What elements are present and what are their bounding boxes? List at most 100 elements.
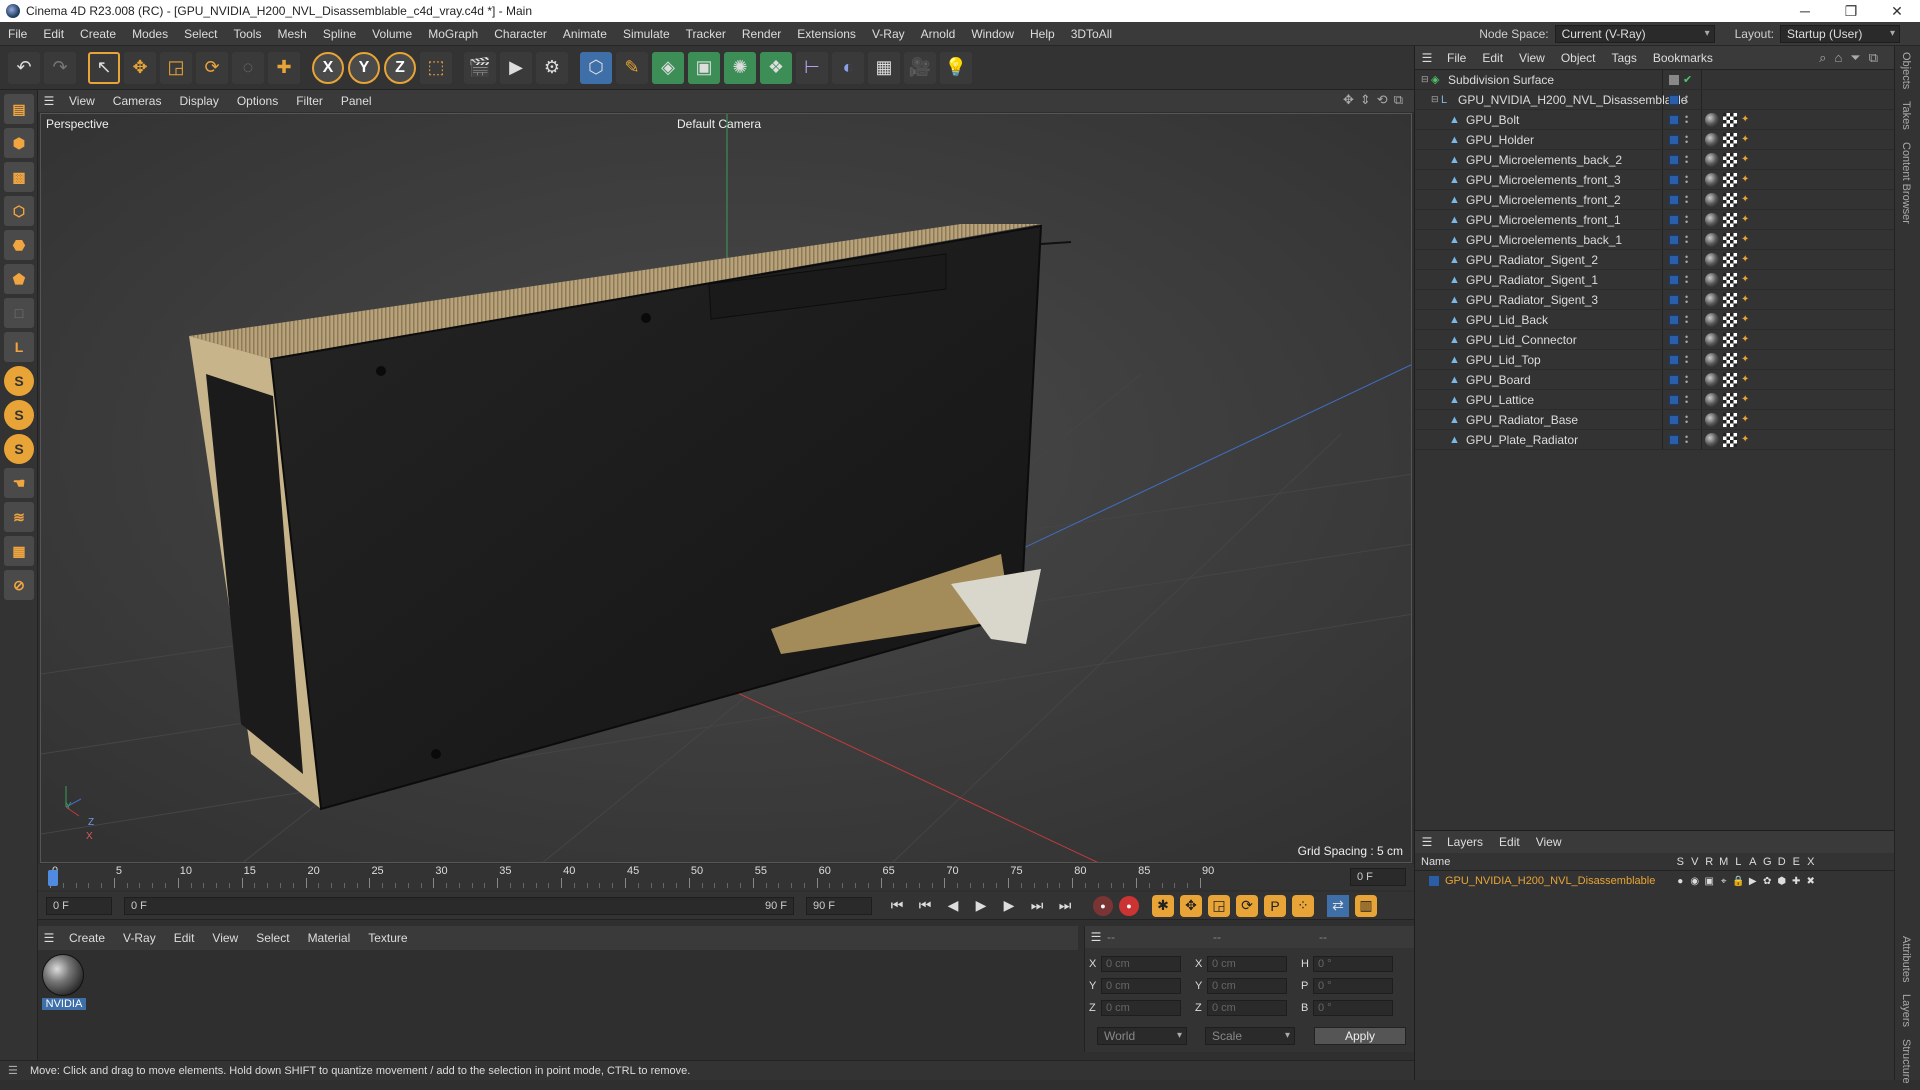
hamburger-icon[interactable]: ☰: [1415, 51, 1439, 65]
menu-render[interactable]: Render: [734, 22, 789, 46]
object-row[interactable]: ▲ GPU_Lattice • • ✦: [1415, 390, 1894, 410]
current-frame-field[interactable]: 0 F: [1350, 868, 1406, 886]
layer-swatch[interactable]: [1669, 394, 1679, 405]
vray-tag-icon[interactable]: ✦: [1741, 413, 1751, 427]
scale-tool-icon[interactable]: ◲: [160, 51, 192, 84]
texture-tag-icon[interactable]: [1723, 272, 1737, 287]
apply-button[interactable]: Apply: [1314, 1027, 1406, 1045]
vray-tag-icon[interactable]: ✦: [1741, 433, 1751, 447]
hamburger-icon[interactable]: ☰: [38, 94, 60, 108]
move-tool-icon[interactable]: ✥: [124, 51, 156, 84]
coordinate-field[interactable]: 0 cm: [1101, 956, 1181, 972]
vray-tag-icon[interactable]: ✦: [1741, 373, 1751, 387]
layer-swatch[interactable]: [1669, 234, 1679, 245]
material-tag-icon[interactable]: [1705, 312, 1719, 327]
render-region-icon[interactable]: 🎬: [464, 51, 496, 84]
visibility-dots-icon[interactable]: • •: [1685, 132, 1691, 146]
frame-range-slider[interactable]: 0 F 90 F: [124, 896, 794, 915]
side-tab-takes[interactable]: Takes: [1895, 95, 1917, 136]
visibility-dots-icon[interactable]: • •: [1685, 352, 1691, 366]
key-rotation-icon[interactable]: ⟳: [1236, 894, 1258, 917]
coordinate-field[interactable]: 0 °: [1313, 956, 1393, 972]
z-axis-lock-button[interactable]: Z: [384, 51, 416, 84]
object-row-root[interactable]: ⊟ ◈ Subdivision Surface ✔: [1415, 70, 1894, 90]
snap-icon[interactable]: S: [4, 366, 34, 396]
keyframe-selection-icon[interactable]: ✱: [1152, 894, 1174, 917]
undo-icon[interactable]: ↶: [8, 51, 40, 84]
material-tag-icon[interactable]: [1705, 272, 1719, 287]
texture-tag-icon[interactable]: [1723, 432, 1737, 447]
select-cursor-icon[interactable]: ↖: [88, 51, 120, 84]
end-frame-field[interactable]: 90 F: [806, 896, 872, 915]
material-tag-icon[interactable]: [1705, 112, 1719, 127]
object-row[interactable]: ▲ GPU_Board • • ✦: [1415, 370, 1894, 390]
camera-name[interactable]: Default Camera: [677, 117, 761, 131]
material-tag-icon[interactable]: [1705, 172, 1719, 187]
coordinate-field[interactable]: 0 cm: [1207, 1000, 1287, 1016]
layer-swatch[interactable]: [1669, 174, 1679, 185]
object-row[interactable]: ▲ GPU_Microelements_front_2 • • ✦: [1415, 190, 1894, 210]
side-tab-layers[interactable]: Layers: [1895, 988, 1917, 1033]
menu-mograph[interactable]: MoGraph: [420, 22, 486, 46]
vray-tag-icon[interactable]: ✦: [1741, 173, 1751, 187]
new-window-icon[interactable]: ⧉: [1869, 50, 1878, 66]
previous-frame-icon[interactable]: ◀: [942, 895, 964, 917]
coordinate-field[interactable]: 0 °: [1313, 978, 1393, 994]
workplane-icon[interactable]: ≋: [4, 502, 34, 532]
layer-menu-edit[interactable]: Edit: [1491, 831, 1528, 853]
material-tag-icon[interactable]: [1705, 252, 1719, 267]
vray-tag-icon[interactable]: ✦: [1741, 273, 1751, 287]
vray-tag-icon[interactable]: ✦: [1741, 313, 1751, 327]
texture-tag-icon[interactable]: [1723, 132, 1737, 147]
visibility-dots-icon[interactable]: • •: [1685, 372, 1691, 386]
layer-swatch[interactable]: [1669, 294, 1679, 305]
coordinate-system-icon[interactable]: ⬚: [420, 51, 452, 84]
viewport-menu-options[interactable]: Options: [228, 90, 287, 112]
material-menu-view[interactable]: View: [203, 926, 247, 950]
object-row-group[interactable]: ⊟ L GPU_NVIDIA_H200_NVL_Disassemblable •…: [1415, 90, 1894, 110]
key-scale-icon[interactable]: ◲: [1208, 894, 1230, 917]
render-settings-icon[interactable]: ⚙: [536, 51, 568, 84]
vray-tag-icon[interactable]: ✦: [1741, 253, 1751, 267]
close-button[interactable]: ✕: [1874, 3, 1920, 20]
timeline-ruler[interactable]: 051015202530354045505560657075808590 0 F: [38, 864, 1414, 890]
subdivision-surface-icon[interactable]: ◈: [652, 51, 684, 84]
visibility-dots-icon[interactable]: • •: [1685, 272, 1691, 286]
texture-tag-icon[interactable]: [1723, 372, 1737, 387]
key-parameter-icon[interactable]: P: [1264, 894, 1286, 917]
vray-tag-icon[interactable]: ✦: [1741, 353, 1751, 367]
animation-icon[interactable]: ▶: [1746, 876, 1761, 887]
expressions-icon[interactable]: ✚: [1789, 876, 1804, 887]
texture-tag-icon[interactable]: [1723, 352, 1737, 367]
quantize-icon[interactable]: S: [4, 434, 34, 464]
cube-primitive-icon[interactable]: ⬡: [580, 51, 612, 84]
polygons-mode-icon[interactable]: ⬟: [4, 264, 34, 294]
deformers-icon[interactable]: ⬢: [1775, 876, 1790, 887]
layer-color-swatch[interactable]: [1429, 876, 1439, 886]
texture-tag-icon[interactable]: [1723, 152, 1737, 167]
menu-file[interactable]: File: [0, 22, 35, 46]
scale-mode-dropdown[interactable]: Scale: [1205, 1027, 1295, 1045]
menu-3dtoall[interactable]: 3DToAll: [1063, 22, 1120, 46]
material-tag-icon[interactable]: [1705, 432, 1719, 447]
vray-tag-icon[interactable]: ✦: [1741, 113, 1751, 127]
layer-swatch[interactable]: [1669, 154, 1679, 165]
texture-tag-icon[interactable]: [1723, 412, 1737, 427]
object-row[interactable]: ▲ GPU_Microelements_front_3 • • ✦: [1415, 170, 1894, 190]
coordinate-field[interactable]: 0 cm: [1207, 956, 1287, 972]
next-key-icon[interactable]: ⏭: [1026, 895, 1048, 917]
play-icon[interactable]: ▶: [970, 895, 992, 917]
points-mode-icon[interactable]: ⬡: [4, 196, 34, 226]
vray-tag-icon[interactable]: ✦: [1741, 233, 1751, 247]
material-menu-material[interactable]: Material: [299, 926, 360, 950]
texture-tag-icon[interactable]: [1723, 332, 1737, 347]
visibility-dots-icon[interactable]: • •: [1685, 232, 1691, 246]
layer-swatch[interactable]: [1669, 314, 1679, 325]
rotate-view-icon[interactable]: ⟲: [1377, 92, 1388, 108]
axis-mode-icon[interactable]: L: [4, 332, 34, 362]
material-menu-edit[interactable]: Edit: [165, 926, 204, 950]
record-keys-icon[interactable]: ●: [1093, 895, 1113, 916]
render-view-icon[interactable]: ▶: [500, 51, 532, 84]
model-mode-icon[interactable]: ▤: [4, 94, 34, 124]
tweak-mode-icon[interactable]: ☚: [4, 468, 34, 498]
